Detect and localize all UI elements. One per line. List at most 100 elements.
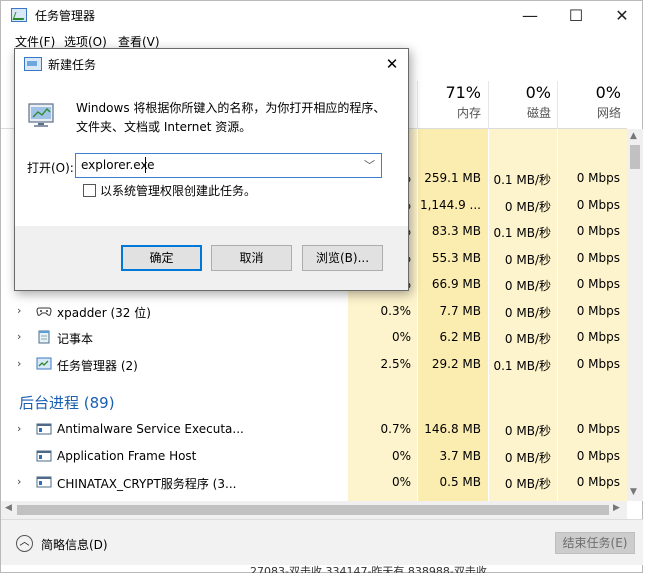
memory-cell: 259.1 MB [424,171,481,185]
memory-cell: 29.2 MB [431,356,481,371]
disk-label: 磁盘 [526,106,551,120]
memory-cell: 1,144.9 ... [419,197,481,212]
browse-button[interactable]: 浏览(B)... [302,245,383,271]
network-cell: 0 Mbps [576,448,620,463]
chevron-right-icon[interactable]: › [17,304,21,317]
dialog-title: 新建任务 [48,58,97,72]
horizontal-scroll-thumb[interactable] [17,505,609,515]
memory-cell: 7.7 MB [439,303,481,318]
memory-cell: 83.3 MB [431,224,481,238]
vertical-scrollbar[interactable]: ▲ ▼ [627,129,643,501]
cancel-button[interactable]: 取消 [211,245,292,271]
memory-cell: 66.9 MB [431,277,481,291]
column-memory[interactable]: 71% 内存 [421,83,481,121]
column-disk[interactable]: 0% 磁盘 [491,83,551,121]
window-title: 任务管理器 [35,9,96,23]
memory-cell: 55.3 MB [431,250,481,265]
dialog-close-button[interactable]: ✕ [381,53,403,75]
open-label: 打开(O): [27,161,74,175]
service-icon [36,474,52,490]
network-cell: 0 Mbps [576,224,620,238]
network-cell: 0 Mbps [576,356,620,371]
disk-cell: 0 MB/秒 [504,332,551,346]
scroll-up-icon[interactable]: ▲ [630,131,637,141]
disk-cell: 0 MB/秒 [504,199,551,214]
column-network[interactable]: 0% 网络 [561,83,621,121]
open-command-value[interactable]: explorer.exe [81,158,155,172]
minimize-button[interactable]: — [507,3,553,29]
chevron-down-icon[interactable]: ﹀ [364,157,375,173]
network-cell: 0 Mbps [576,171,620,185]
column-divider [557,81,558,128]
disk-cell: 0 MB/秒 [504,252,551,267]
memory-cell: 3.7 MB [439,448,481,463]
cpu-cell: 2.5% [380,356,412,371]
scroll-right-icon[interactable]: ▶ [613,503,620,513]
table-row[interactable]: › Antimalware Service Executa... 0.7% 146.8… [1,416,627,443]
column-divider [488,81,489,128]
disk-cell: 0 MB/秒 [504,477,551,491]
network-cell: 0 Mbps [576,303,620,318]
scroll-down-icon[interactable]: ▼ [630,487,637,497]
vertical-scroll-thumb[interactable] [630,145,640,169]
notepad-icon [36,329,52,345]
memory-label: 内存 [456,106,481,120]
chevron-up-icon[interactable]: ︿ [16,535,33,552]
network-cell: 0 Mbps [576,422,620,436]
close-button[interactable]: ✕ [599,3,645,29]
table-row[interactable]: › 任务管理器 (2) 2.5% 29.2 MB 0.1 MB/秒 0 Mbps [1,351,627,378]
disk-cell: 0.1 MB/秒 [493,173,551,187]
task-manager-icon [36,356,52,372]
chevron-right-icon[interactable]: › [17,422,21,435]
fewer-details-link[interactable]: 简略信息(D) [41,536,108,553]
network-cell: 0 Mbps [576,197,620,212]
cpu-cell: 0% [391,448,411,463]
admin-privileges-checkbox[interactable] [83,184,96,197]
admin-privileges-label[interactable]: 以系统管理权限创建此任务。 [100,182,256,199]
background-processes-heading[interactable]: 后台进程 (89) [19,392,115,413]
end-task-button[interactable]: 结束任务(E) [555,532,635,554]
task-manager-app-icon [11,8,27,22]
disk-cell: 0.1 MB/秒 [493,358,551,373]
column-divider [417,81,418,128]
table-row[interactable]: › xpadder (32 位) 0.3% 7.7 MB 0 MB/秒 0 Mbps [1,298,627,325]
maximize-button[interactable]: ☐ [553,3,599,29]
run-new-task-dialog: 新建任务 ✕ Windows 将根据你所键入的名称，为你打开相应的程序、文件夹、… [14,48,409,291]
disk-cell: 0 MB/秒 [504,424,551,438]
process-name: Application Frame Host [57,448,197,463]
process-name: CHINATAX_CRYPT服务程序 (3... [57,477,237,491]
open-command-input[interactable]: explorer.exe ﹀ [75,153,382,178]
table-row[interactable]: Application Frame Host 0% 3.7 MB 0 MB/秒 0 Mb… [1,443,627,470]
process-name: 任务管理器 (2) [57,358,138,373]
run-dialog-icon [24,57,42,71]
network-cell: 0 Mbps [576,277,620,291]
service-icon [36,421,52,437]
chevron-right-icon[interactable]: › [17,475,21,488]
process-name: xpadder (32 位) [57,305,151,320]
network-cell: 0 Mbps [576,475,620,489]
run-program-icon [28,103,54,127]
cpu-cell: 0% [391,330,411,344]
scroll-left-icon[interactable]: ◀ [5,503,12,513]
table-row[interactable]: › CHINATAX_CRYPT服务程序 (3... 0% 0.5 MB 0 MB/秒 0… [1,469,627,496]
network-label: 网络 [596,106,621,120]
disk-percent: 0% [525,83,551,102]
ok-button[interactable]: 确定 [121,245,202,271]
network-percent: 0% [595,83,621,102]
process-name: Antimalware Service Executa... [57,422,244,436]
disk-cell: 0 MB/秒 [504,450,551,465]
cpu-cell: 0.3% [380,303,412,318]
chevron-right-icon[interactable]: › [17,330,21,343]
memory-percent: 71% [445,83,481,102]
horizontal-scrollbar[interactable]: ◀ ▶ [1,501,627,519]
title-bar[interactable]: 任务管理器 — ☐ ✕ [1,1,642,31]
memory-cell: 146.8 MB [424,422,481,436]
dialog-button-area: 确定 取消 浏览(B)... [15,226,408,290]
chevron-right-icon[interactable]: › [17,357,21,370]
disk-cell: 0 MB/秒 [504,279,551,293]
table-row[interactable]: › 记事本 0% 6.2 MB 0 MB/秒 0 Mbps [1,324,627,351]
dialog-description: Windows 将根据你所键入的名称，为你打开相应的程序、文件夹、文档或 Int… [76,101,386,134]
network-cell: 0 Mbps [576,250,620,265]
background-window-strip: 27083-双击收 334147-昨天有 838988-双击收 [250,565,487,573]
text-cursor [145,157,146,173]
